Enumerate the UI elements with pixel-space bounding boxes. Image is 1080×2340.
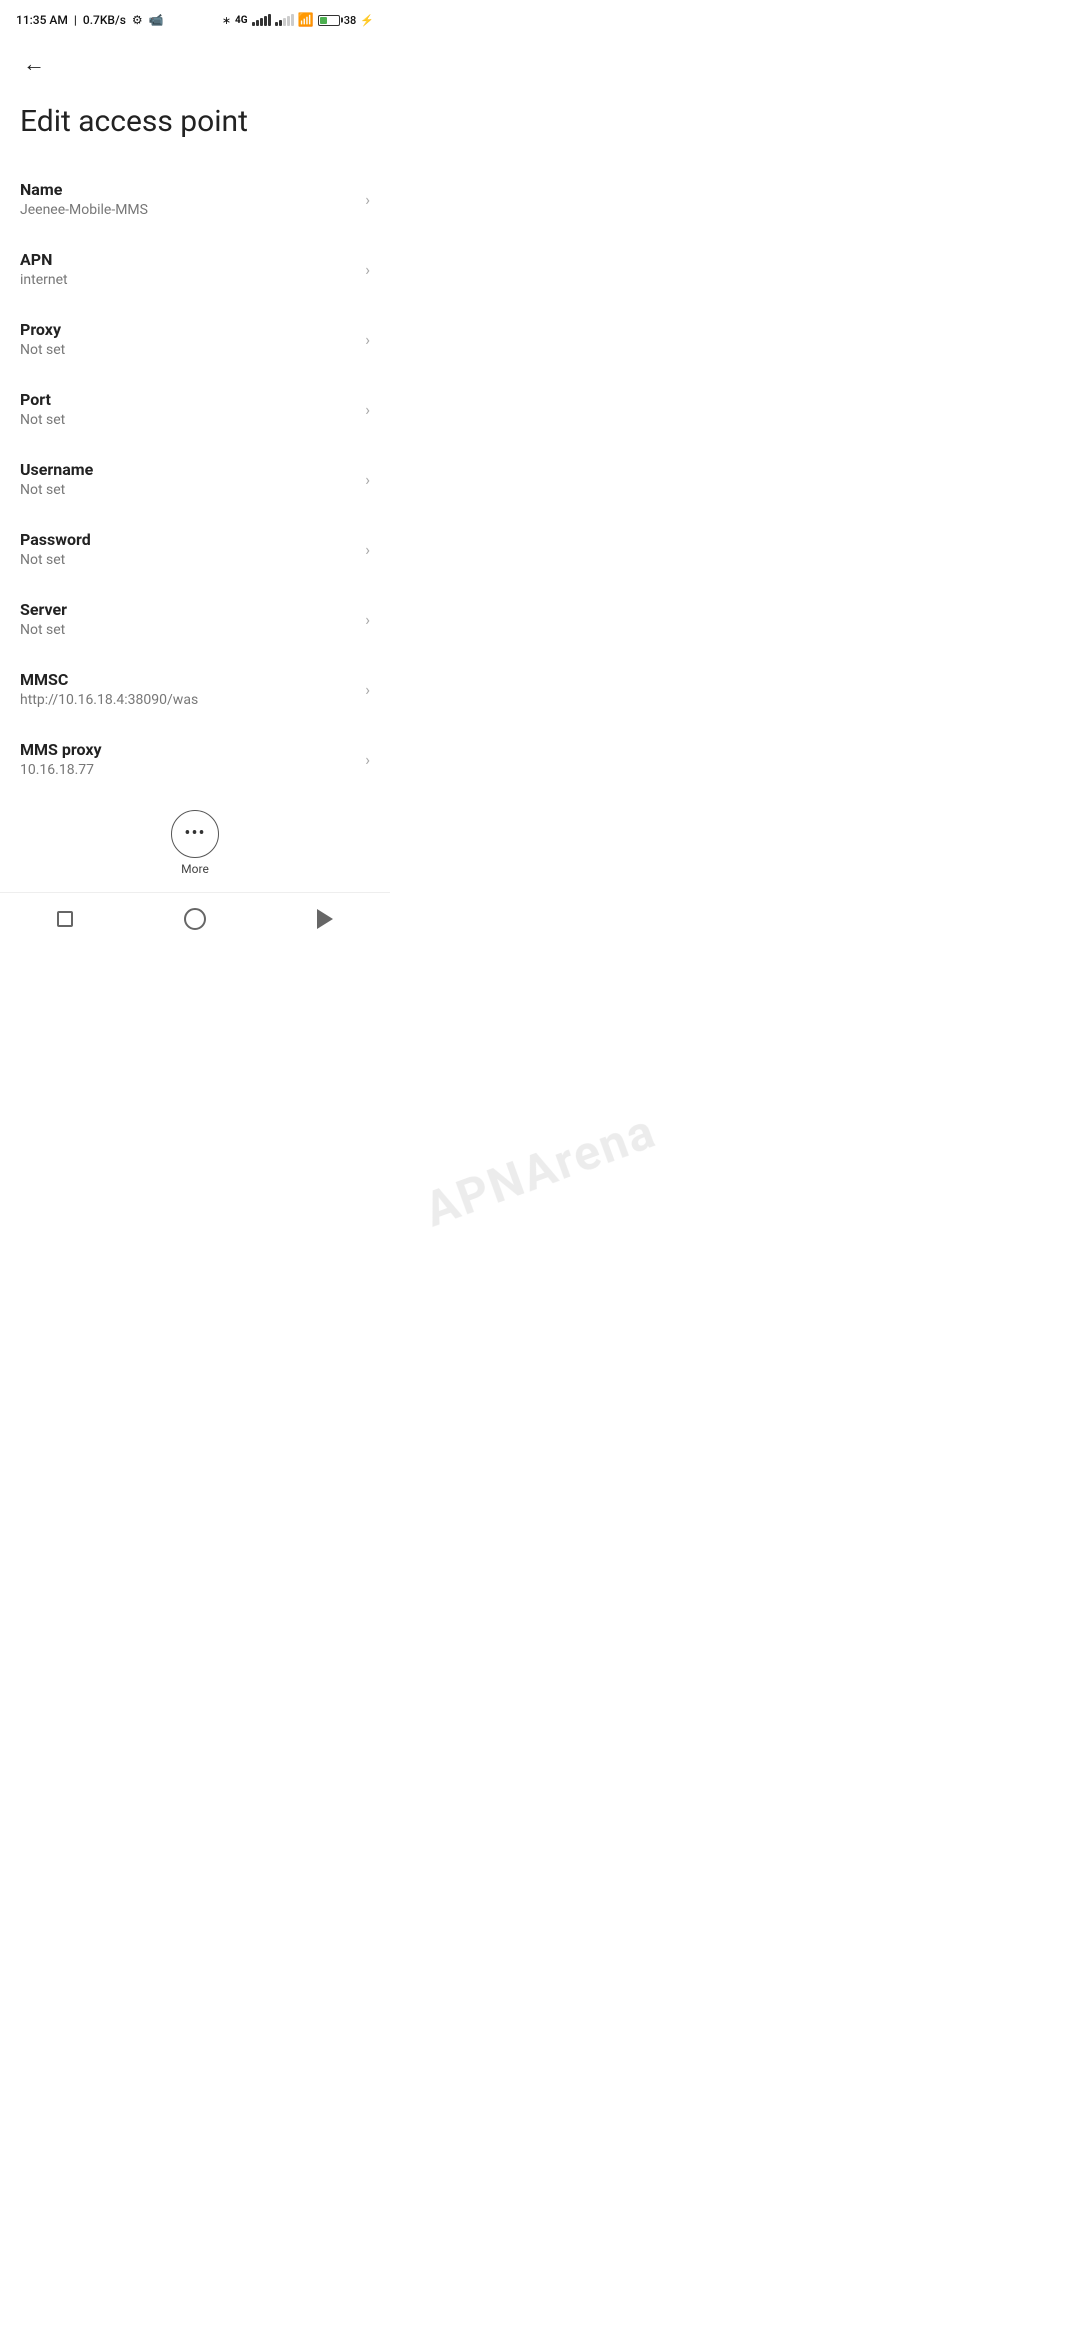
chevron-right-icon: › — [365, 330, 370, 349]
separator: | — [74, 13, 77, 27]
settings-item-port[interactable]: Port Not set › — [0, 374, 390, 444]
settings-item-mmsc[interactable]: MMSC http://10.16.18.4:38090/was › — [0, 654, 390, 724]
settings-item-content: Proxy Not set — [20, 320, 357, 358]
settings-item-label: MMSC — [20, 670, 357, 689]
chevron-right-icon: › — [365, 540, 370, 559]
settings-item-label: Port — [20, 390, 357, 409]
settings-item-label: MMS proxy — [20, 740, 357, 759]
home-icon — [184, 908, 206, 930]
settings-item-server[interactable]: Server Not set › — [0, 584, 390, 654]
more-area: ••• More — [0, 794, 390, 884]
recent-apps-icon — [57, 911, 73, 927]
battery-percent: 38 — [344, 14, 357, 27]
settings-item-name[interactable]: Name Jeenee-Mobile-MMS › — [0, 164, 390, 234]
settings-item-username[interactable]: Username Not set › — [0, 444, 390, 514]
more-button[interactable]: ••• — [171, 810, 219, 858]
settings-item-mms-proxy[interactable]: MMS proxy 10.16.18.77 › — [0, 724, 390, 794]
settings-item-value: Jeenee-Mobile-MMS — [20, 202, 357, 218]
chevron-right-icon: › — [365, 260, 370, 279]
bluetooth-icon: ∗ — [222, 14, 231, 27]
network-speed: 0.7KB/s — [83, 13, 126, 27]
status-right: ∗ 4G 📶 38 ⚡ — [222, 13, 374, 28]
back-arrow-icon: ← — [23, 51, 45, 77]
signal-bars-2 — [275, 14, 294, 26]
settings-item-value: Not set — [20, 482, 357, 498]
status-left: 11:35 AM | 0.7KB/s ⚙ 📹 — [16, 13, 164, 27]
settings-item-value: http://10.16.18.4:38090/was — [20, 692, 357, 708]
chevron-right-icon: › — [365, 470, 370, 489]
settings-item-label: Name — [20, 180, 357, 199]
settings-item-content: APN internet — [20, 250, 357, 288]
chevron-right-icon: › — [365, 400, 370, 419]
settings-item-value: Not set — [20, 552, 357, 568]
settings-list: Name Jeenee-Mobile-MMS › APN internet › … — [0, 164, 390, 794]
time: 11:35 AM — [16, 13, 68, 27]
top-nav: ← — [0, 36, 390, 88]
settings-item-apn[interactable]: APN internet › — [0, 234, 390, 304]
battery-icon — [318, 15, 340, 26]
watermark: APNArena — [417, 1102, 663, 1238]
back-nav-icon — [317, 909, 333, 929]
settings-item-content: Server Not set — [20, 600, 357, 638]
mobile-data-icon: 4G — [235, 15, 248, 26]
settings-item-password[interactable]: Password Not set › — [0, 514, 390, 584]
back-nav-button[interactable] — [301, 901, 349, 937]
settings-icon: ⚙ — [132, 13, 143, 27]
page-title: Edit access point — [0, 88, 390, 164]
settings-item-label: Proxy — [20, 320, 357, 339]
settings-item-content: Name Jeenee-Mobile-MMS — [20, 180, 357, 218]
recent-apps-button[interactable] — [41, 901, 89, 937]
status-bar: 11:35 AM | 0.7KB/s ⚙ 📹 ∗ 4G 📶 38 — [0, 0, 390, 36]
settings-item-label: APN — [20, 250, 357, 269]
settings-item-value: Not set — [20, 622, 357, 638]
settings-item-content: Password Not set — [20, 530, 357, 568]
home-button[interactable] — [171, 901, 219, 937]
video-icon: 📹 — [149, 13, 164, 27]
bottom-nav — [0, 892, 390, 949]
settings-item-content: Port Not set — [20, 390, 357, 428]
settings-item-label: Username — [20, 460, 357, 479]
settings-item-value: internet — [20, 272, 357, 288]
chevron-right-icon: › — [365, 750, 370, 769]
chevron-right-icon: › — [365, 190, 370, 209]
settings-item-content: MMSC http://10.16.18.4:38090/was — [20, 670, 357, 708]
settings-item-content: MMS proxy 10.16.18.77 — [20, 740, 357, 778]
settings-item-label: Password — [20, 530, 357, 549]
chevron-right-icon: › — [365, 680, 370, 699]
more-label: More — [181, 862, 209, 876]
charging-icon: ⚡ — [360, 14, 374, 27]
settings-item-label: Server — [20, 600, 357, 619]
settings-item-value: Not set — [20, 342, 357, 358]
back-button[interactable]: ← — [16, 46, 52, 82]
wifi-icon: 📶 — [298, 13, 314, 28]
settings-item-proxy[interactable]: Proxy Not set › — [0, 304, 390, 374]
signal-bars-1 — [252, 14, 271, 26]
more-dots-icon: ••• — [184, 825, 205, 843]
settings-item-content: Username Not set — [20, 460, 357, 498]
settings-item-value: Not set — [20, 412, 357, 428]
chevron-right-icon: › — [365, 610, 370, 629]
settings-item-value: 10.16.18.77 — [20, 762, 357, 778]
